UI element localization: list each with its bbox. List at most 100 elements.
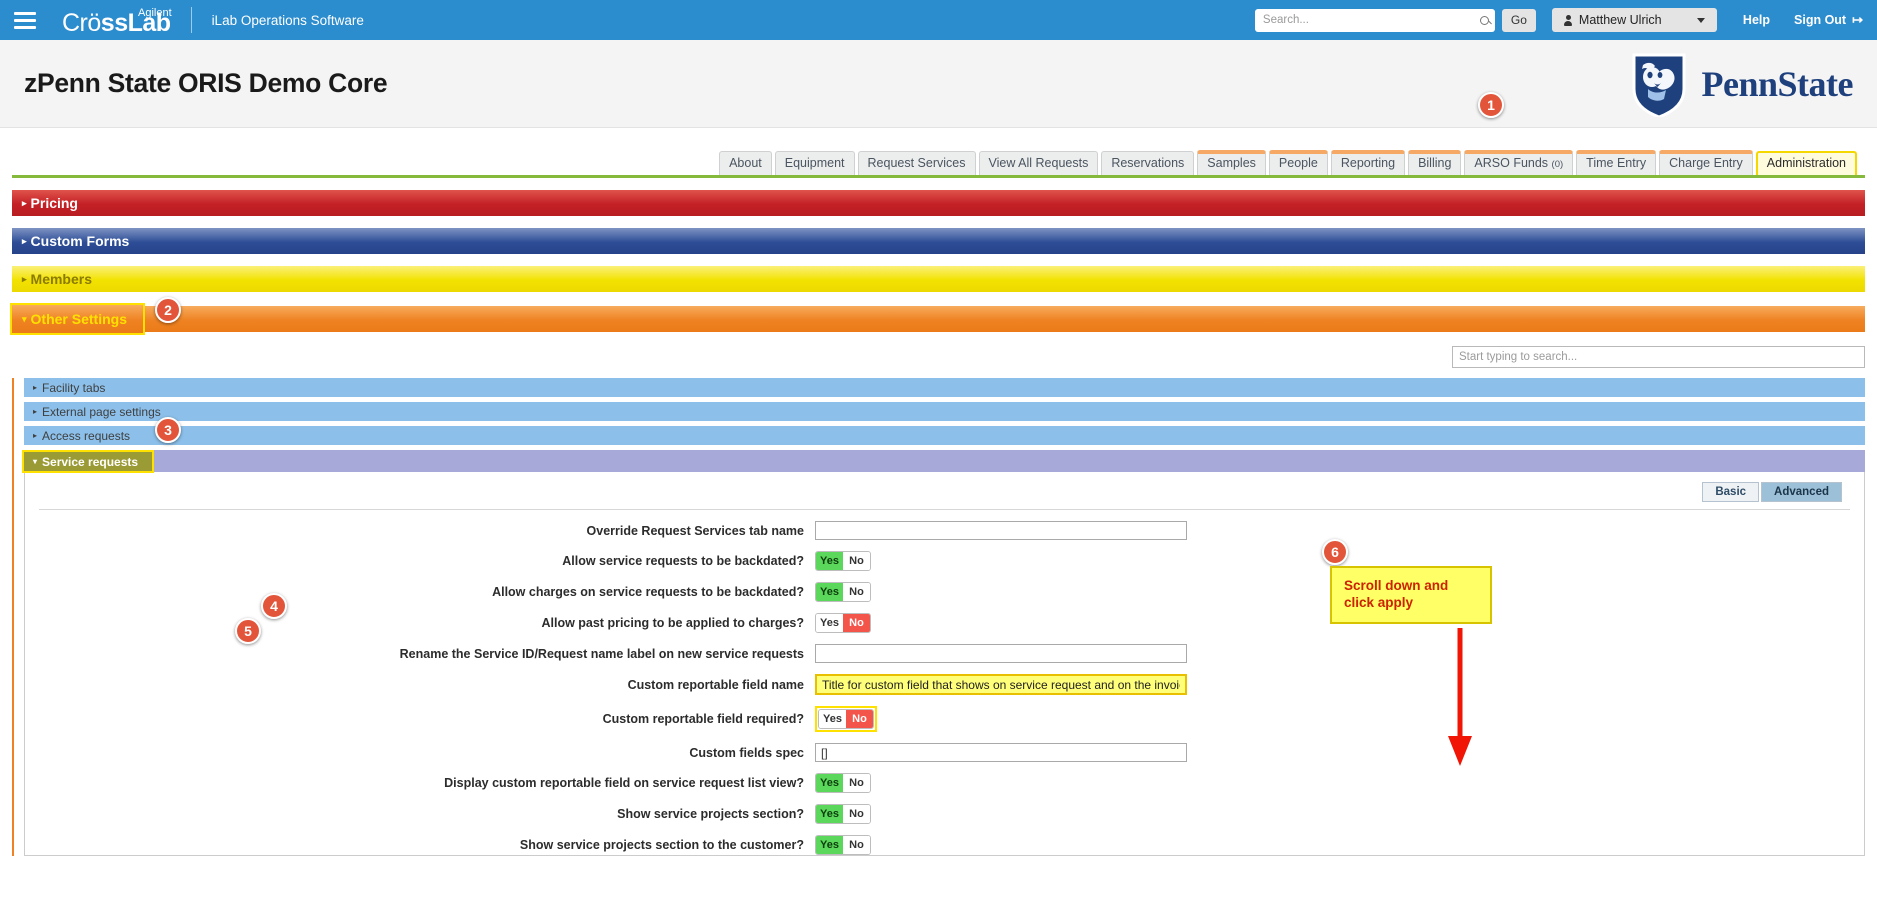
sign-out-label: Sign Out [1794, 13, 1847, 27]
tab-reservations[interactable]: Reservations [1101, 151, 1195, 175]
subsection-service-requests-highlight[interactable]: ▾ Service requests [22, 450, 155, 473]
chevron-down-icon [1696, 17, 1705, 23]
form-field-label: Show service projects section to the cus… [519, 838, 804, 852]
yes-no-toggle[interactable]: Yes No [815, 835, 871, 855]
tab-administration[interactable]: Administration [1755, 151, 1857, 175]
advanced-view-button[interactable]: Advanced [1761, 482, 1842, 502]
form-field-label: Custom reportable field required? [602, 712, 804, 726]
basic-view-button[interactable]: Basic [1702, 482, 1760, 502]
form-text-input[interactable] [815, 521, 1187, 540]
form-row: Custom fields spec [25, 743, 1864, 762]
hamburger-menu-icon[interactable] [14, 11, 36, 29]
toggle-no-option[interactable]: No [843, 583, 870, 601]
subsection-service-requests[interactable]: ▾ Service requests [22, 450, 1865, 473]
form-field-label: Custom fields spec [689, 745, 804, 760]
callout-marker-1: 1 [1478, 92, 1504, 118]
accordion-custom-forms-label: Custom Forms [30, 233, 130, 249]
subsection-external-page-settings[interactable]: ▸ External page settings [24, 402, 1865, 421]
tab-people[interactable]: People [1268, 150, 1328, 175]
search-input[interactable] [1260, 13, 1480, 27]
tab-label: ARSO Funds [1474, 156, 1549, 170]
main-content: About Equipment Request Services View All R… [0, 92, 1877, 856]
callout-marker-4: 4 [261, 593, 287, 619]
tab-underline [12, 175, 1865, 178]
toggle-wrap: Yes No [815, 582, 871, 602]
toggle-wrap: Yes No [815, 551, 871, 571]
settings-search-input[interactable] [1452, 346, 1865, 368]
accordion-arrow-icon: ▸ [22, 235, 27, 246]
toggle-yes-option[interactable]: Yes [819, 710, 846, 728]
settings-search-row [0, 332, 1877, 368]
subsection-access-requests[interactable]: ▸ Access requests [24, 426, 1865, 445]
tab-about[interactable]: About [719, 151, 772, 175]
tab-reporting[interactable]: Reporting [1330, 150, 1406, 175]
toggle-yes-option[interactable]: Yes [816, 774, 843, 792]
expand-arrow-icon: ▾ [33, 457, 38, 466]
form-text-input[interactable] [815, 743, 1187, 762]
callout-marker-6: 6 [1322, 539, 1348, 565]
form-text-input[interactable] [815, 644, 1187, 663]
accordion-members[interactable]: ▸ Members [12, 266, 1865, 292]
toggle-no-option[interactable]: No [843, 774, 870, 792]
yes-no-toggle[interactable]: Yes No [815, 551, 871, 571]
tab-request-services[interactable]: Request Services [857, 151, 976, 175]
search-icon [1479, 15, 1489, 25]
tab-billing[interactable]: Billing [1408, 150, 1462, 175]
accordion-other-settings-label: Other Settings [30, 311, 127, 327]
global-search-box[interactable] [1254, 8, 1495, 32]
tab-samples[interactable]: Samples [1197, 150, 1266, 175]
toggle-no-option[interactable]: No [843, 805, 870, 823]
accordion-arrow-icon: ▸ [22, 273, 27, 284]
toggle-no-option[interactable]: No [843, 614, 870, 632]
user-name-label: Matthew Ulrich [1578, 13, 1662, 27]
tab-charge-entry[interactable]: Charge Entry [1659, 150, 1753, 175]
tab-label: Equipment [784, 156, 845, 170]
form-divider [39, 509, 1850, 510]
tab-time-entry[interactable]: Time Entry [1576, 150, 1657, 175]
yes-no-toggle[interactable]: Yes No [818, 709, 874, 729]
toggle-yes-option[interactable]: Yes [816, 552, 843, 570]
tab-equipment[interactable]: Equipment [774, 151, 855, 175]
pennstate-shield-icon [1632, 53, 1685, 117]
toggle-yes-option[interactable]: Yes [816, 805, 843, 823]
accordion-other-settings-highlight[interactable]: ▾ Other Settings [10, 303, 145, 335]
toggle-yes-option[interactable]: Yes [816, 583, 843, 601]
toggle-wrap: Yes No [815, 613, 871, 633]
brand-cross-text: Cr [62, 8, 88, 37]
yes-no-toggle[interactable]: Yes No [815, 804, 871, 824]
toggle-yes-option[interactable]: Yes [816, 614, 843, 632]
accordion-arrow-icon: ▾ [22, 313, 27, 324]
help-link[interactable]: Help [1743, 13, 1770, 27]
accordion-custom-forms[interactable]: ▸ Custom Forms [12, 228, 1865, 254]
tab-count-badge: (0) [1551, 159, 1564, 170]
user-menu-button[interactable]: Matthew Ulrich [1551, 8, 1717, 32]
tab-arso-funds[interactable]: ARSO Funds (0) [1464, 150, 1574, 175]
callout-marker-2: 2 [155, 297, 181, 323]
subsection-facility-tabs[interactable]: ▸ Facility tabs [24, 378, 1865, 397]
toggle-no-option[interactable]: No [843, 836, 870, 854]
accordion-members-label: Members [30, 271, 92, 287]
tab-label: Administration [1766, 156, 1846, 170]
yes-no-toggle[interactable]: Yes No [815, 773, 871, 793]
form-text-input[interactable] [815, 674, 1187, 695]
form-field-label: Custom reportable field name [627, 677, 804, 692]
accordion-pricing[interactable]: ▸ Pricing [12, 190, 1865, 216]
view-mode-toggle: Basic Advanced [25, 482, 1864, 502]
expand-arrow-icon: ▸ [33, 407, 38, 416]
toggle-no-option[interactable]: No [843, 552, 870, 570]
tab-label: Reservations [1111, 156, 1185, 170]
facility-tab-bar: About Equipment Request Services View All R… [0, 128, 1877, 175]
yes-no-toggle[interactable]: Yes No [815, 582, 871, 602]
user-avatar-icon [1563, 14, 1572, 26]
search-go-button[interactable]: Go [1501, 8, 1536, 32]
callout-marker-5: 5 [235, 618, 261, 644]
toggle-no-option[interactable]: No [846, 710, 873, 728]
toggle-yes-option[interactable]: Yes [816, 836, 843, 854]
accordion-pricing-label: Pricing [30, 195, 78, 211]
yes-no-toggle[interactable]: Yes No [815, 613, 871, 633]
sign-out-link[interactable]: Sign Out ↦ [1794, 12, 1863, 28]
tab-view-all-requests[interactable]: View All Requests [978, 151, 1099, 175]
toggle-wrap: Yes No [815, 804, 871, 824]
accordion-other-settings[interactable]: ▾ Other Settings [10, 303, 1865, 335]
form-row: Show service projects section? Yes No [25, 804, 1864, 824]
